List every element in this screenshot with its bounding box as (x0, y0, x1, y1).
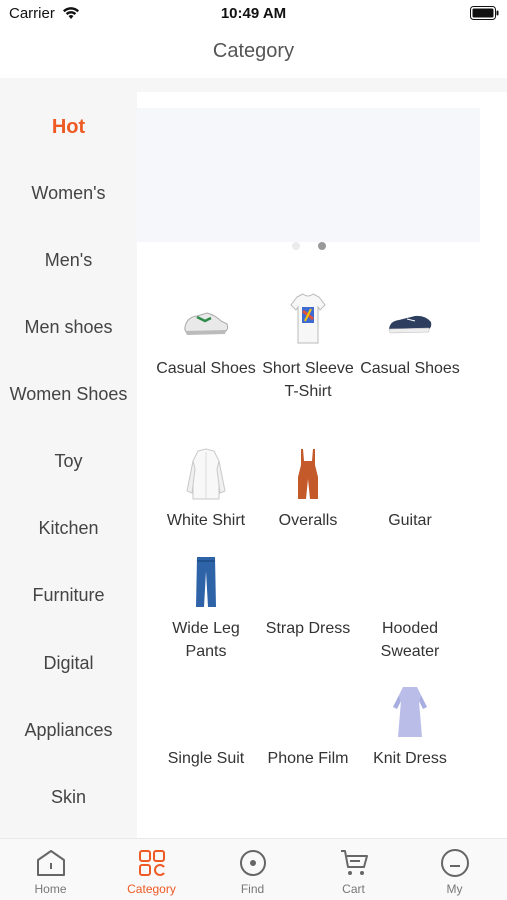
sidebar-item-kitchen[interactable]: Kitchen (0, 508, 137, 548)
tab-category[interactable]: Category (101, 839, 202, 900)
tab-label: Find (240, 882, 265, 896)
sidebar-item-appliances[interactable]: Appliances (0, 710, 137, 750)
white-shirt-image (186, 448, 226, 500)
sidebar-item-toy[interactable]: Toy (0, 441, 137, 481)
sidebar-item-womens[interactable]: Women's (0, 173, 137, 213)
sidebar-item-skin[interactable]: Skin (0, 777, 137, 817)
tab-cart[interactable]: Cart (303, 839, 404, 900)
tab-label: Cart (342, 882, 365, 896)
profile-icon (441, 849, 469, 877)
tab-find[interactable]: Find (202, 839, 303, 900)
product-label: Short Sleeve T-Shirt (262, 360, 354, 400)
navy-shoe-image (388, 315, 432, 334)
status-time: 10:49 AM (220, 5, 287, 22)
product-label: Phone Film (267, 750, 349, 767)
tshirt-image (290, 293, 326, 344)
product-grid: Casual Shoes Short Sleeve T-Shirt Casual… (137, 259, 480, 838)
battery-icon (470, 6, 499, 20)
product-label: Knit Dress (373, 750, 447, 767)
tab-home[interactable]: Home (0, 839, 101, 900)
tab-label: My (446, 882, 463, 896)
knit-dress-image (393, 687, 427, 737)
product-label: Hooded Sweater (380, 620, 440, 660)
overalls-image (298, 449, 318, 499)
page-title: Category (212, 40, 295, 62)
sidebar-item-women-shoes[interactable]: Women Shoes (0, 374, 137, 414)
tab-label: Category (127, 882, 176, 896)
category-sidebar: Hot Women's Men's Men shoes Women Shoes … (0, 92, 137, 838)
carousel-dot-active[interactable] (318, 242, 326, 250)
tab-my[interactable]: My (404, 839, 505, 900)
cart-icon (341, 850, 368, 875)
product-label: Casual Shoes (360, 360, 460, 377)
navigation-bar: Category (0, 30, 507, 78)
status-bar: Carrier 10:49 AM (0, 0, 507, 30)
sneaker-image (184, 312, 229, 335)
product-label: Overalls (278, 512, 338, 529)
product-label: Strap Dress (265, 620, 351, 637)
tab-label: Home (34, 882, 67, 896)
product-label: Wide Leg Pants (172, 620, 240, 660)
banner-carousel[interactable] (137, 108, 480, 242)
find-icon (240, 850, 266, 876)
sidebar-item-men-shoes[interactable]: Men shoes (0, 307, 137, 347)
sidebar-item-digital[interactable]: Digital (0, 643, 137, 683)
sidebar-item-mens[interactable]: Men's (0, 240, 137, 280)
carousel-dot[interactable] (292, 242, 300, 250)
product-label: Guitar (388, 512, 432, 529)
product-label: Casual Shoes (156, 360, 256, 377)
tab-bar: Home Category Find Cart My (0, 838, 507, 900)
product-label: White Shirt (166, 512, 246, 529)
jeans-image (196, 557, 216, 607)
home-icon (37, 850, 65, 876)
product-label: Single Suit (167, 750, 245, 767)
category-icon (139, 850, 165, 876)
sidebar-item-furniture[interactable]: Furniture (0, 575, 137, 615)
sidebar-item-hot[interactable]: Hot (0, 107, 137, 147)
